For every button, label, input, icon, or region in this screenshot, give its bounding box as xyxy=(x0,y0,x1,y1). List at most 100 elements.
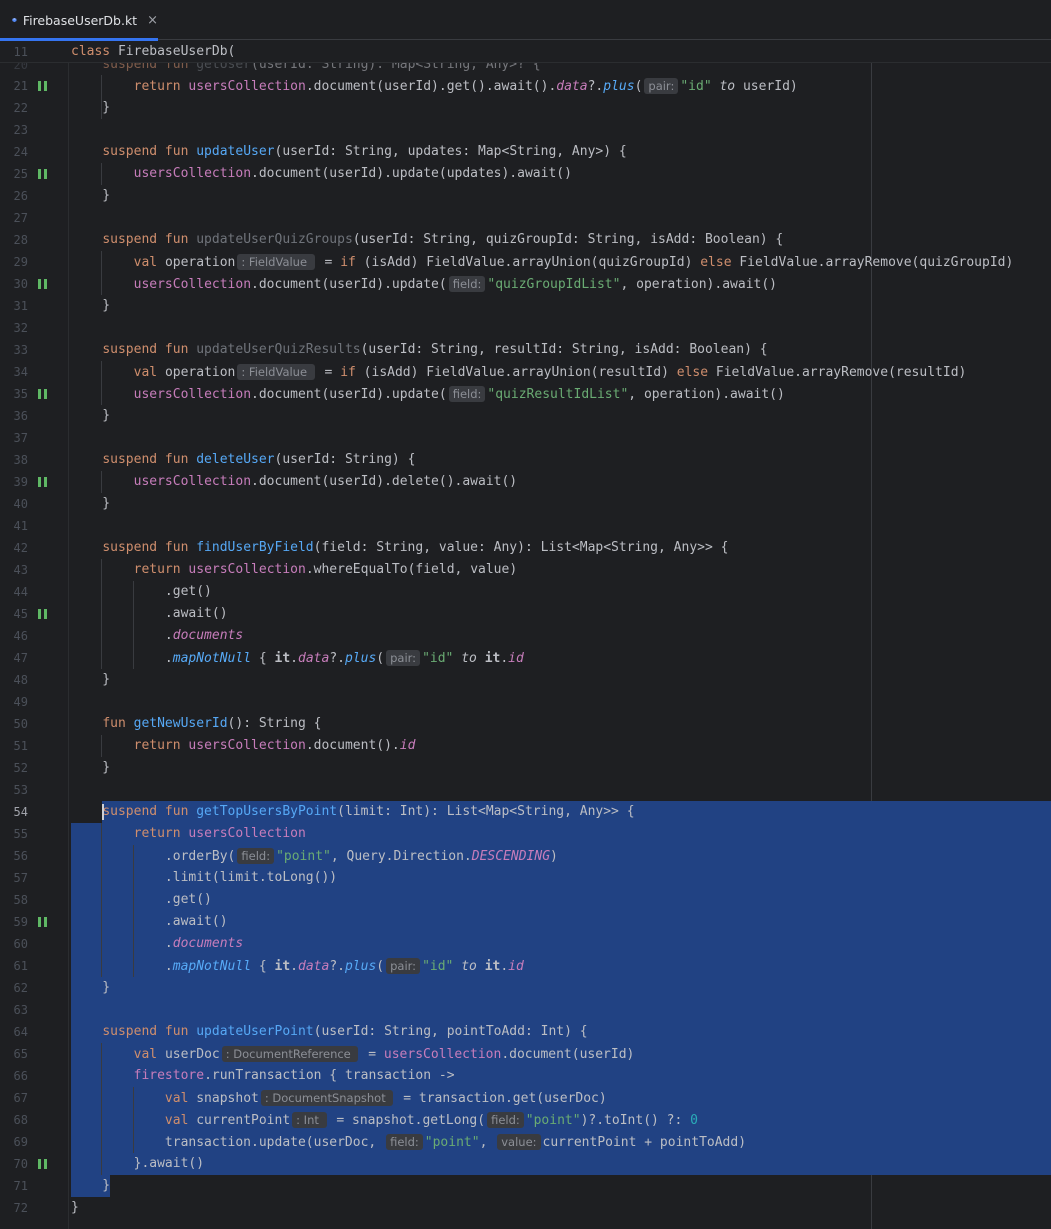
line-number: 60 xyxy=(13,937,28,951)
code-text: } xyxy=(71,977,110,999)
suspend-call-icon[interactable] xyxy=(38,389,47,399)
code-line[interactable]: 52 } xyxy=(0,757,1051,779)
suspend-call-icon[interactable] xyxy=(38,81,47,91)
code-token: currentPoint xyxy=(196,1113,291,1128)
code-line[interactable]: 22 } xyxy=(0,97,1051,119)
code-line[interactable]: 41 xyxy=(0,515,1051,537)
code-line[interactable]: 50 fun getNewUserId(): String { xyxy=(0,713,1051,735)
code-token: currentPoint + pointToAdd) xyxy=(542,1135,747,1150)
code-line[interactable]: 48 } xyxy=(0,669,1051,691)
code-token: mapNotNull xyxy=(172,959,252,974)
code-token: to xyxy=(719,79,736,94)
code-text: transaction.update(userDoc, field: "point… xyxy=(71,1131,746,1154)
code-token: "quizGroupIdList" xyxy=(487,277,621,292)
suspend-call-icon[interactable] xyxy=(38,1159,47,1169)
suspend-call-icon[interactable] xyxy=(38,477,47,487)
code-token: suspend fun xyxy=(102,144,197,159)
code-line[interactable]: 72} xyxy=(0,1197,1051,1219)
code-line[interactable]: 45 .await() xyxy=(0,603,1051,625)
code-line[interactable]: 71 } xyxy=(0,1175,1051,1197)
code-token: usersCollection xyxy=(188,826,306,841)
code-line[interactable]: 53 xyxy=(0,779,1051,801)
close-icon[interactable]: × xyxy=(147,13,158,28)
inlay-hint: : FieldValue xyxy=(237,254,315,270)
indent-guide xyxy=(132,845,134,977)
inlay-hint: pair: xyxy=(386,958,421,974)
code-line[interactable]: 11 class FirebaseUserDb( xyxy=(0,41,1051,63)
line-number: 41 xyxy=(13,519,28,533)
code-line[interactable]: 24 suspend fun updateUser(userId: String… xyxy=(0,141,1051,163)
line-number: 49 xyxy=(13,695,28,709)
code-line[interactable]: 25 usersCollection.document(userId).upda… xyxy=(0,163,1051,185)
code-line[interactable]: 26 } xyxy=(0,185,1051,207)
code-line[interactable]: 35 usersCollection.document(userId).upda… xyxy=(0,383,1051,405)
code-token: . xyxy=(71,628,173,643)
line-number: 61 xyxy=(13,959,28,973)
code-token: suspend fun xyxy=(102,232,197,247)
code-token: "id" xyxy=(680,79,712,94)
code-editor[interactable]: 20 suspend fun getUser(userId: String): … xyxy=(0,41,1051,1229)
code-line[interactable]: 32 xyxy=(0,317,1051,339)
line-number: 33 xyxy=(13,343,28,357)
tab-firebaseuserdb-kt[interactable]: FirebaseUserDb.kt × xyxy=(0,0,158,41)
line-number: 32 xyxy=(13,321,28,335)
code-text: .orderBy(field: "point", Query.Direction.… xyxy=(71,845,558,868)
code-text: suspend fun getTopUsersByPoint(limit: In… xyxy=(71,801,634,823)
indent-guide xyxy=(101,823,103,977)
code-line[interactable]: 37 xyxy=(0,427,1051,449)
line-number: 46 xyxy=(13,629,28,643)
code-line[interactable]: 39 usersCollection.document(userId).dele… xyxy=(0,471,1051,493)
suspend-call-icon[interactable] xyxy=(38,279,47,289)
code-text: } xyxy=(71,185,110,207)
suspend-call-icon[interactable] xyxy=(38,917,47,927)
code-token: userDoc xyxy=(164,1047,220,1062)
code-line[interactable]: 38 suspend fun deleteUser(userId: String… xyxy=(0,449,1051,471)
code-line[interactable]: 42 suspend fun findUserByField(field: St… xyxy=(0,537,1051,559)
code-line[interactable]: 49 xyxy=(0,691,1051,713)
code-line[interactable]: 28 suspend fun updateUserQuizGroups(user… xyxy=(0,229,1051,251)
code-token: ( xyxy=(376,651,385,666)
code-token: } xyxy=(71,496,111,511)
code-text: usersCollection.document(userId).update(… xyxy=(71,163,572,185)
code-line[interactable]: 36 } xyxy=(0,405,1051,427)
code-line[interactable]: 23 xyxy=(0,119,1051,141)
code-token: )?.toInt() ?: xyxy=(580,1113,691,1128)
code-line[interactable]: 21 return usersCollection.document(userI… xyxy=(0,75,1051,97)
code-token: fun xyxy=(102,716,134,731)
code-token: .get() xyxy=(71,584,212,599)
line-number: 53 xyxy=(13,783,28,797)
indent-guide xyxy=(132,581,134,669)
code-text: return usersCollection xyxy=(71,823,306,845)
line-number: 36 xyxy=(13,409,28,423)
code-line[interactable]: 27 xyxy=(0,207,1051,229)
suspend-call-icon[interactable] xyxy=(38,609,47,619)
indent-guide xyxy=(101,559,103,669)
code-token: updateUserQuizGroups xyxy=(196,232,353,247)
code-line[interactable]: 47 .mapNotNull { it.data?.plus(pair: "id"… xyxy=(0,647,1051,669)
code-token: firestore xyxy=(133,1068,205,1083)
code-text: val currentPoint: Int = snapshot.getLong… xyxy=(71,1109,698,1132)
code-line[interactable]: 29 val operation: FieldValue = if (isAdd… xyxy=(0,251,1051,273)
code-line[interactable]: 46 .documents xyxy=(0,625,1051,647)
code-line[interactable]: 43 return usersCollection.whereEqualTo(f… xyxy=(0,559,1051,581)
code-line[interactable]: 34 val operation: FieldValue = if (isAdd… xyxy=(0,361,1051,383)
code-line[interactable]: 33 suspend fun updateUserQuizResults(use… xyxy=(0,339,1051,361)
line-number: 45 xyxy=(13,607,28,621)
suspend-call-icon[interactable] xyxy=(38,169,47,179)
code-line[interactable]: 51 return usersCollection.document().id xyxy=(0,735,1051,757)
indent-guide xyxy=(101,1043,103,1175)
code-token: .document(userId) xyxy=(501,1047,635,1062)
line-number: 11 xyxy=(13,45,28,59)
code-text: suspend fun updateUserPoint(userId: Stri… xyxy=(71,1021,587,1043)
code-token: userId) xyxy=(735,79,798,94)
code-line[interactable]: 44 .get() xyxy=(0,581,1051,603)
code-token: = snapshot.getLong( xyxy=(328,1113,486,1128)
code-token: "quizResultIdList" xyxy=(487,387,629,402)
code-line[interactable]: 31 } xyxy=(0,295,1051,317)
code-line[interactable]: 40 } xyxy=(0,493,1051,515)
line-number: 23 xyxy=(13,123,28,137)
line-number: 43 xyxy=(13,563,28,577)
code-text: } xyxy=(71,1197,79,1219)
inlay-hint: : DocumentSnapshot xyxy=(260,1090,394,1106)
code-line[interactable]: 30 usersCollection.document(userId).upda… xyxy=(0,273,1051,295)
